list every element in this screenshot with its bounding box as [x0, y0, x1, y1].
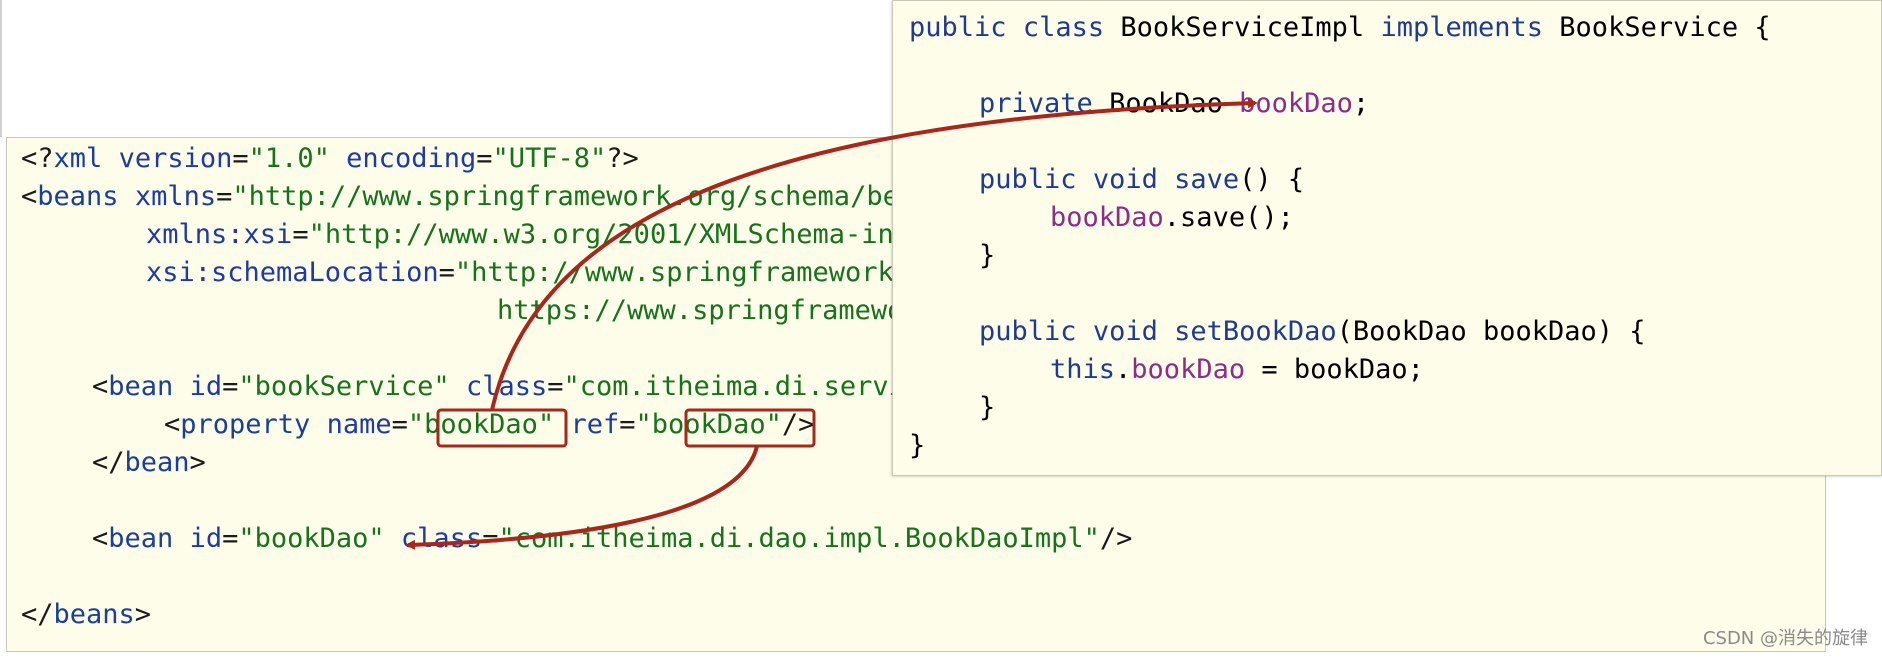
code-token: </ — [92, 447, 125, 478]
java-code-panel: public class BookServiceImpl implements … — [892, 0, 1882, 476]
code-token: BookDao — [1109, 88, 1223, 119]
code-token: beans — [53, 599, 135, 630]
code-token: = — [216, 181, 233, 212]
code-token: "bookDao" — [238, 523, 385, 554]
code-token: = — [232, 143, 249, 174]
code-token: = — [476, 143, 493, 174]
code-token: " — [407, 409, 425, 440]
code-token: } — [909, 430, 926, 461]
code-token: void — [1092, 164, 1158, 195]
bean-dao-line: <bean id="bookDao" class="com.itheima.di… — [92, 520, 1132, 558]
code-token: id — [189, 371, 223, 402]
setter-line: public void setBookDao(BookDao bookDao) … — [979, 313, 1646, 351]
code-token: " — [635, 409, 652, 440]
code-token: } — [979, 392, 996, 423]
save-call-line: bookDao.save(); — [1050, 199, 1294, 237]
code-token: (BookDao bookDao) { — [1336, 316, 1646, 347]
code-token: bean — [108, 371, 174, 402]
setter-body-line: this.bookDao = bookDao; — [1050, 351, 1424, 389]
code-token: public — [909, 12, 1007, 43]
window-edge — [0, 0, 2, 137]
code-token: version — [118, 143, 233, 174]
code-token: /> — [1099, 523, 1133, 554]
code-token: setBookDao — [1174, 316, 1337, 347]
code-token: "UTF-8" — [492, 143, 607, 174]
code-token: private — [979, 88, 1093, 119]
code-token: = — [391, 409, 408, 440]
code-token: < — [164, 409, 181, 440]
code-token: id — [189, 523, 223, 554]
code-token: ?> — [606, 143, 639, 174]
code-token: xmlns — [134, 181, 217, 212]
save-close-line: } — [979, 237, 995, 275]
code-token: = — [222, 371, 239, 402]
code-token: xml — [53, 143, 103, 174]
code-token: ref — [570, 409, 620, 440]
code-token: " — [765, 409, 782, 440]
code-token: class — [400, 523, 483, 554]
code-token: = — [292, 219, 309, 250]
property-name-value: bookDao — [424, 409, 538, 440]
code-token: < — [92, 371, 109, 402]
save-method-line: public void save() { — [979, 161, 1304, 199]
code-token: class — [465, 371, 548, 402]
code-token: xmlns:xsi — [146, 219, 293, 250]
code-token: < — [21, 181, 38, 212]
code-token: bookDao — [1131, 354, 1246, 385]
code-token: bean — [108, 523, 174, 554]
code-token: bean — [124, 447, 190, 478]
code-token: } — [979, 240, 996, 271]
code-token: property — [180, 409, 311, 440]
code-token: > — [134, 599, 152, 630]
code-token: { — [1754, 12, 1771, 43]
java-field-bookdao: bookDao — [1239, 88, 1353, 119]
beans-open-line: <beans xmlns="http://www.springframework… — [21, 178, 964, 216]
code-token: xsi:schemaLocation — [146, 257, 439, 288]
code-token: " — [537, 409, 555, 440]
code-token: = — [547, 371, 564, 402]
code-token: = bookDao; — [1245, 354, 1424, 385]
code-token: <? — [21, 143, 54, 174]
watermark: CSDN @消失的旋律 — [1702, 628, 1868, 649]
code-token: BookServiceImpl — [1120, 12, 1365, 43]
code-token: "com.itheima.di.dao.impl.BookDaoImpl" — [498, 523, 1100, 554]
code-token: = — [619, 409, 636, 440]
code-token: ; — [1352, 88, 1370, 119]
code-token: .save(); — [1163, 202, 1294, 233]
code-token: name — [326, 409, 392, 440]
code-token: "bookService" — [238, 371, 450, 402]
xmlns-xsi-line: xmlns:xsi="http://www.w3.org/2001/XMLSch… — [146, 216, 1008, 254]
class-close-line: } — [909, 427, 925, 465]
property-ref-value: bookDao — [651, 409, 766, 440]
code-token: public — [979, 164, 1077, 195]
code-token: () { — [1239, 164, 1305, 195]
code-token: "http://www.springframework.org/schema/b… — [232, 181, 964, 212]
code-token: beans — [37, 181, 119, 212]
code-token: > — [189, 447, 206, 478]
code-token: save — [1174, 164, 1240, 195]
code-token: bookDao — [1050, 202, 1164, 233]
code-token: = — [438, 257, 455, 288]
code-token: "1.0" — [248, 143, 330, 174]
code-token: = — [482, 523, 499, 554]
code-token: encoding — [346, 143, 477, 174]
setter-close-line: } — [979, 389, 995, 427]
xml-declaration-line: <?xml version="1.0" encoding="UTF-8"?> — [21, 140, 639, 178]
code-token: implements — [1380, 12, 1544, 43]
bean-close-line: </bean> — [92, 444, 206, 482]
code-token: void — [1092, 316, 1158, 347]
code-token: BookService — [1559, 12, 1739, 43]
code-token: . — [1115, 354, 1132, 385]
code-token: class — [1022, 12, 1105, 43]
code-token: < — [92, 523, 109, 554]
class-declaration-line: public class BookServiceImpl implements … — [909, 9, 1771, 47]
code-token: = — [222, 523, 239, 554]
code-token: public — [979, 316, 1077, 347]
beans-close-line: </beans> — [21, 596, 151, 634]
code-token: </ — [21, 599, 54, 630]
field-declaration-line: private BookDao bookDao; — [979, 85, 1369, 123]
code-token: /> — [781, 409, 815, 440]
property-line: <property name="bookDao" ref="bookDao"/> — [164, 406, 814, 444]
code-token: this — [1050, 354, 1116, 385]
